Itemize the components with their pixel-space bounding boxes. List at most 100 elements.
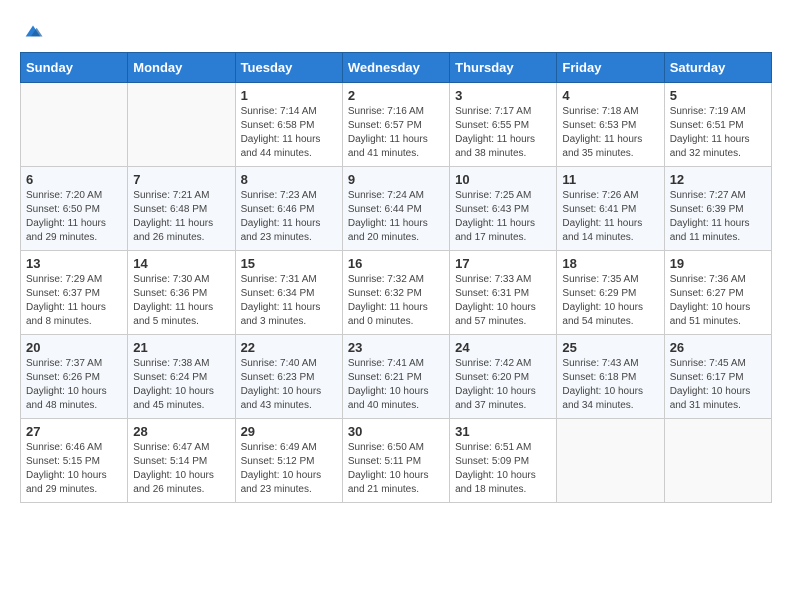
day-number: 14: [133, 256, 229, 271]
day-detail: Sunrise: 7:27 AMSunset: 6:39 PMDaylight:…: [670, 189, 766, 245]
page-header: [20, 20, 772, 36]
day-detail: Sunrise: 7:38 AMSunset: 6:24 PMDaylight:…: [133, 357, 229, 413]
day-number: 12: [670, 172, 766, 187]
day-detail: Sunrise: 7:30 AMSunset: 6:36 PMDaylight:…: [133, 273, 229, 329]
day-detail: Sunrise: 7:14 AMSunset: 6:58 PMDaylight:…: [241, 105, 337, 161]
day-detail: Sunrise: 7:43 AMSunset: 6:18 PMDaylight:…: [562, 357, 658, 413]
calendar-week-row: 27 Sunrise: 6:46 AMSunset: 5:15 PMDayligh…: [21, 419, 772, 503]
calendar-cell: 5 Sunrise: 7:19 AMSunset: 6:51 PMDaylight…: [664, 83, 771, 167]
day-detail: Sunrise: 7:26 AMSunset: 6:41 PMDaylight:…: [562, 189, 658, 245]
day-number: 24: [455, 340, 551, 355]
calendar-cell: 18 Sunrise: 7:35 AMSunset: 6:29 PMDayligh…: [557, 251, 664, 335]
day-detail: Sunrise: 6:51 AMSunset: 5:09 PMDaylight:…: [455, 441, 551, 497]
calendar-cell: [664, 419, 771, 503]
calendar-cell: 20Sunrise: 7:37 AMSunset: 6:26 PMDayligh…: [21, 335, 128, 419]
calendar-cell: 9Sunrise: 7:24 AMSunset: 6:44 PMDaylight…: [342, 167, 449, 251]
day-detail: Sunrise: 7:19 AMSunset: 6:51 PMDaylight:…: [670, 105, 766, 161]
calendar-cell: 8 Sunrise: 7:23 AMSunset: 6:46 PMDaylight…: [235, 167, 342, 251]
day-detail: Sunrise: 7:32 AMSunset: 6:32 PMDaylight:…: [348, 273, 444, 329]
calendar-cell: 23 Sunrise: 7:41 AMSunset: 6:21 PMDayligh…: [342, 335, 449, 419]
calendar-cell: 10 Sunrise: 7:25 AMSunset: 6:43 PMDayligh…: [450, 167, 557, 251]
day-detail: Sunrise: 7:31 AMSunset: 6:34 PMDaylight:…: [241, 273, 337, 329]
calendar-week-row: 1 Sunrise: 7:14 AMSunset: 6:58 PMDaylight…: [21, 83, 772, 167]
column-header-tuesday: Tuesday: [235, 53, 342, 83]
calendar-cell: 17 Sunrise: 7:33 AMSunset: 6:31 PMDayligh…: [450, 251, 557, 335]
calendar-cell: 14 Sunrise: 7:30 AMSunset: 6:36 PMDayligh…: [128, 251, 235, 335]
day-number: 17: [455, 256, 551, 271]
calendar-week-row: 13 Sunrise: 7:29 AMSunset: 6:37 PMDayligh…: [21, 251, 772, 335]
day-detail: Sunrise: 7:33 AMSunset: 6:31 PMDaylight:…: [455, 273, 551, 329]
calendar-cell: 15 Sunrise: 7:31 AMSunset: 6:34 PMDayligh…: [235, 251, 342, 335]
day-number: 30: [348, 424, 444, 439]
column-header-thursday: Thursday: [450, 53, 557, 83]
logo: [20, 20, 44, 36]
calendar-cell: 30 Sunrise: 6:50 AMSunset: 5:11 PMDayligh…: [342, 419, 449, 503]
column-header-monday: Monday: [128, 53, 235, 83]
day-number: 31: [455, 424, 551, 439]
day-detail: Sunrise: 7:18 AMSunset: 6:53 PMDaylight:…: [562, 105, 658, 161]
calendar-cell: 26Sunrise: 7:45 AMSunset: 6:17 PMDayligh…: [664, 335, 771, 419]
day-detail: Sunrise: 6:49 AMSunset: 5:12 PMDaylight:…: [241, 441, 337, 497]
day-detail: Sunrise: 7:41 AMSunset: 6:21 PMDaylight:…: [348, 357, 444, 413]
calendar-cell: 21 Sunrise: 7:38 AMSunset: 6:24 PMDayligh…: [128, 335, 235, 419]
calendar-cell: 11 Sunrise: 7:26 AMSunset: 6:41 PMDayligh…: [557, 167, 664, 251]
calendar-cell: 19 Sunrise: 7:36 AMSunset: 6:27 PMDayligh…: [664, 251, 771, 335]
calendar-cell: 12 Sunrise: 7:27 AMSunset: 6:39 PMDayligh…: [664, 167, 771, 251]
day-detail: Sunrise: 7:40 AMSunset: 6:23 PMDaylight:…: [241, 357, 337, 413]
calendar-cell: 6 Sunrise: 7:20 AMSunset: 6:50 PMDaylight…: [21, 167, 128, 251]
day-number: 3: [455, 88, 551, 103]
day-detail: Sunrise: 6:50 AMSunset: 5:11 PMDaylight:…: [348, 441, 444, 497]
day-number: 2: [348, 88, 444, 103]
day-detail: Sunrise: 7:45 AMSunset: 6:17 PMDaylight:…: [670, 357, 766, 413]
day-number: 19: [670, 256, 766, 271]
calendar-cell: 25 Sunrise: 7:43 AMSunset: 6:18 PMDayligh…: [557, 335, 664, 419]
day-detail: Sunrise: 7:29 AMSunset: 6:37 PMDaylight:…: [26, 273, 122, 329]
day-detail: Sunrise: 7:42 AMSunset: 6:20 PMDaylight:…: [455, 357, 551, 413]
calendar-table: SundayMondayTuesdayWednesdayThursdayFrid…: [20, 52, 772, 503]
day-number: 23: [348, 340, 444, 355]
day-number: 6: [26, 172, 122, 187]
calendar-cell: 28 Sunrise: 6:47 AMSunset: 5:14 PMDayligh…: [128, 419, 235, 503]
calendar-cell: 1 Sunrise: 7:14 AMSunset: 6:58 PMDaylight…: [235, 83, 342, 167]
day-number: 15: [241, 256, 337, 271]
day-number: 7: [133, 172, 229, 187]
day-detail: Sunrise: 6:46 AMSunset: 5:15 PMDaylight:…: [26, 441, 122, 497]
calendar-cell: 2 Sunrise: 7:16 AMSunset: 6:57 PMDaylight…: [342, 83, 449, 167]
day-number: 20: [26, 340, 122, 355]
day-number: 5: [670, 88, 766, 103]
calendar-week-row: 20Sunrise: 7:37 AMSunset: 6:26 PMDayligh…: [21, 335, 772, 419]
column-header-sunday: Sunday: [21, 53, 128, 83]
calendar-header-row: SundayMondayTuesdayWednesdayThursdayFrid…: [21, 53, 772, 83]
day-number: 8: [241, 172, 337, 187]
calendar-cell: [128, 83, 235, 167]
calendar-cell: 27 Sunrise: 6:46 AMSunset: 5:15 PMDayligh…: [21, 419, 128, 503]
day-detail: Sunrise: 6:47 AMSunset: 5:14 PMDaylight:…: [133, 441, 229, 497]
calendar-cell: 13 Sunrise: 7:29 AMSunset: 6:37 PMDayligh…: [21, 251, 128, 335]
day-number: 18: [562, 256, 658, 271]
day-detail: Sunrise: 7:24 AMSunset: 6:44 PMDaylight:…: [348, 189, 444, 245]
day-number: 27: [26, 424, 122, 439]
day-number: 10: [455, 172, 551, 187]
day-detail: Sunrise: 7:16 AMSunset: 6:57 PMDaylight:…: [348, 105, 444, 161]
day-number: 4: [562, 88, 658, 103]
logo-icon: [22, 20, 44, 42]
day-detail: Sunrise: 7:23 AMSunset: 6:46 PMDaylight:…: [241, 189, 337, 245]
column-header-saturday: Saturday: [664, 53, 771, 83]
calendar-week-row: 6 Sunrise: 7:20 AMSunset: 6:50 PMDaylight…: [21, 167, 772, 251]
column-header-wednesday: Wednesday: [342, 53, 449, 83]
day-detail: Sunrise: 7:36 AMSunset: 6:27 PMDaylight:…: [670, 273, 766, 329]
day-number: 25: [562, 340, 658, 355]
day-detail: Sunrise: 7:20 AMSunset: 6:50 PMDaylight:…: [26, 189, 122, 245]
day-detail: Sunrise: 7:35 AMSunset: 6:29 PMDaylight:…: [562, 273, 658, 329]
day-number: 13: [26, 256, 122, 271]
day-number: 1: [241, 88, 337, 103]
day-number: 16: [348, 256, 444, 271]
day-number: 22: [241, 340, 337, 355]
day-number: 28: [133, 424, 229, 439]
day-number: 11: [562, 172, 658, 187]
day-detail: Sunrise: 7:21 AMSunset: 6:48 PMDaylight:…: [133, 189, 229, 245]
day-detail: Sunrise: 7:25 AMSunset: 6:43 PMDaylight:…: [455, 189, 551, 245]
calendar-cell: 29Sunrise: 6:49 AMSunset: 5:12 PMDayligh…: [235, 419, 342, 503]
day-detail: Sunrise: 7:17 AMSunset: 6:55 PMDaylight:…: [455, 105, 551, 161]
day-number: 21: [133, 340, 229, 355]
